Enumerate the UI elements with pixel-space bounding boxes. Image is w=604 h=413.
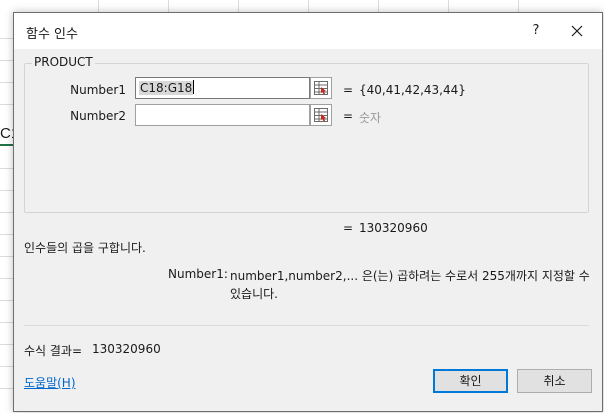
number2-result: 숫자 (359, 111, 382, 125)
grid-line (98, 0, 99, 12)
formula-result-value: 130320960 (92, 342, 161, 356)
divider (24, 325, 589, 326)
number1-result: {40,41,42,43,44} (359, 83, 466, 97)
function-result: 130320960 (359, 221, 428, 235)
dialog-title: 함수 인수 (26, 27, 78, 42)
number2-input[interactable] (135, 104, 310, 126)
grid-line (308, 0, 309, 12)
help-button[interactable]: ? (518, 13, 554, 49)
grid-line (238, 0, 239, 12)
close-icon (571, 25, 583, 37)
close-button[interactable] (559, 13, 595, 49)
help-link[interactable]: 도움말(H) (24, 374, 76, 391)
arg-help-text-continued: 있습니다. (230, 287, 278, 301)
function-description: 인수들의 곱을 구합니다. (24, 241, 146, 255)
function-result-equals: = (343, 221, 354, 235)
number2-range-picker[interactable] (310, 104, 332, 126)
number1-input-value: C18:G18 (139, 81, 194, 95)
cancel-button[interactable]: 취소 (517, 369, 592, 393)
dialog-titlebar[interactable]: 함수 인수 ? (14, 13, 602, 49)
range-picker-icon (314, 108, 328, 122)
range-picker-icon (314, 81, 328, 95)
number1-range-picker[interactable] (310, 77, 332, 99)
number1-equals: = (343, 83, 354, 97)
grid-line (378, 0, 379, 12)
formula-result-label: 수식 결과= (24, 344, 83, 358)
grid-line (168, 0, 169, 12)
arg-help-text: number1,number2,... 은(는) 곱하려는 수로서 255개까지… (230, 269, 590, 283)
arg-label-number1: Number1 (70, 83, 126, 97)
number2-equals: = (343, 109, 354, 123)
number1-input[interactable]: C18:G18 (135, 77, 310, 99)
ok-button[interactable]: 확인 (433, 369, 508, 393)
grid-line (448, 0, 449, 12)
arg-help-name: Number1: (168, 267, 228, 281)
arg-label-number2: Number2 (70, 109, 126, 123)
text-caret (193, 80, 195, 94)
function-name: PRODUCT (32, 55, 95, 69)
grid-line (518, 0, 519, 12)
function-arguments-dialog: 함수 인수 ? PRODUCT Number1 C18:G18 = {40,41… (13, 12, 603, 412)
